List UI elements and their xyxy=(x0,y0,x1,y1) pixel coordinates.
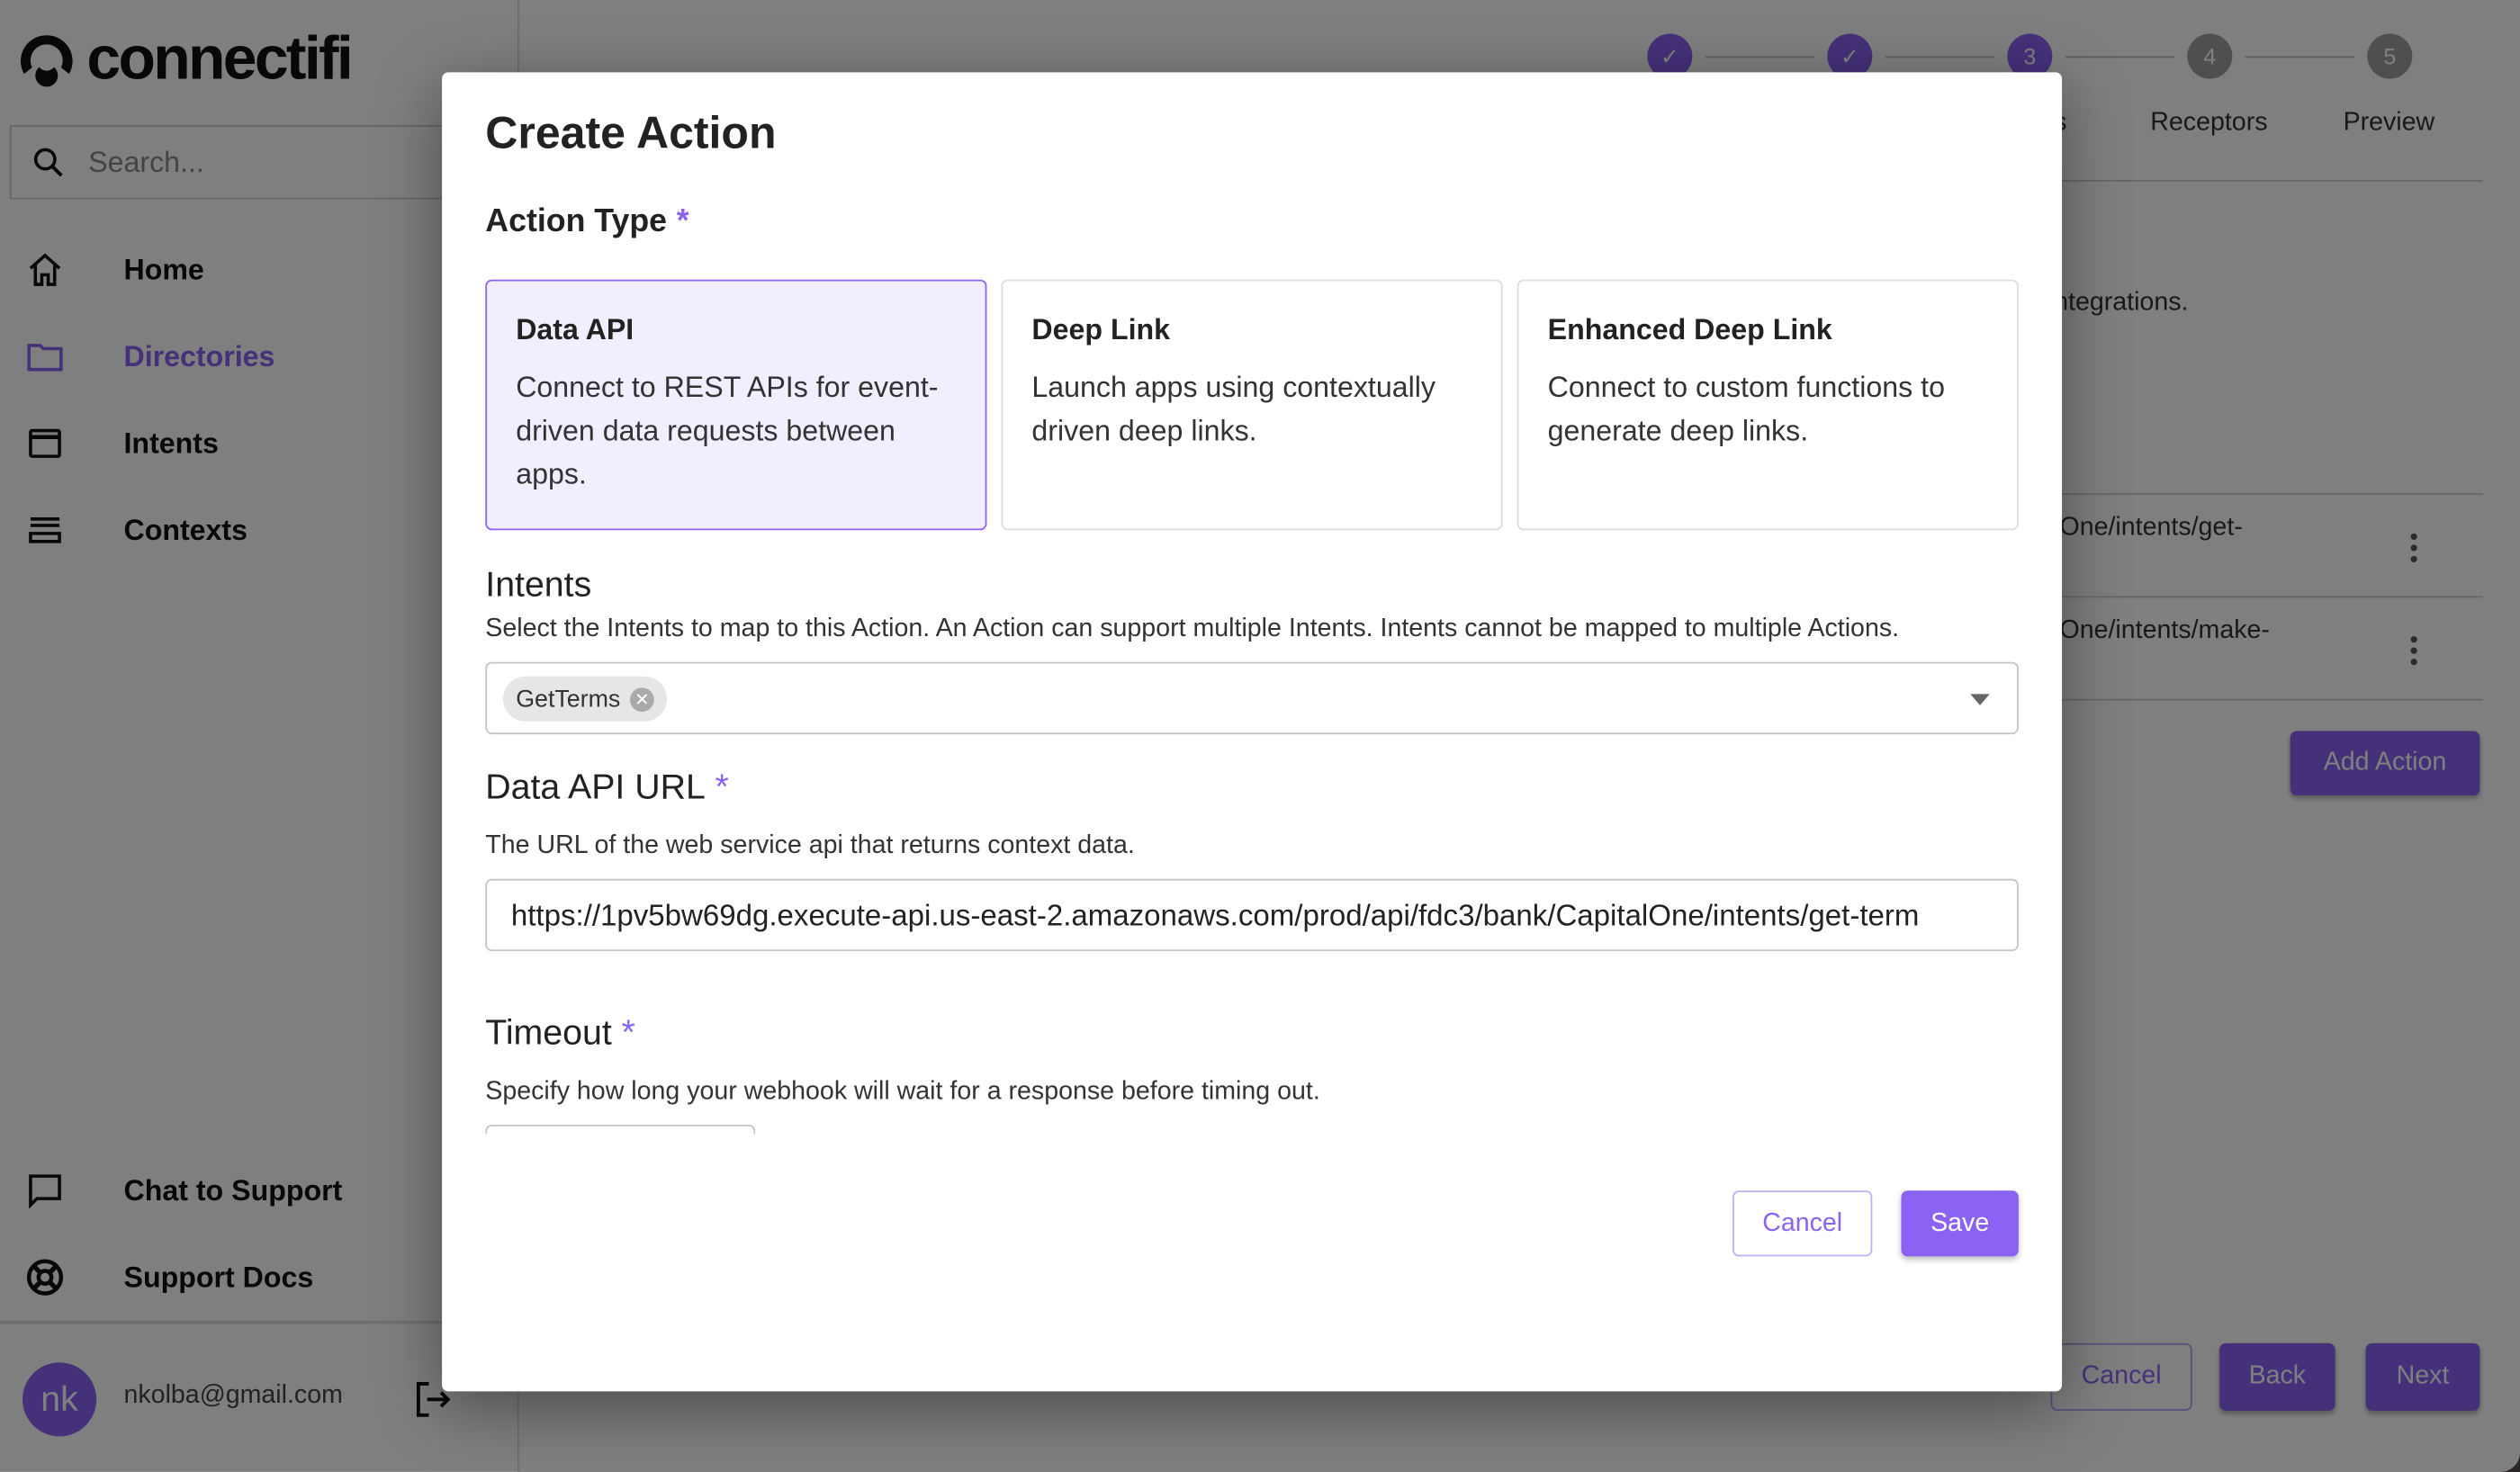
card-description: Connect to custom functions to generate … xyxy=(1547,371,1945,447)
chip-label: GetTerms xyxy=(516,685,621,713)
required-mark: * xyxy=(715,766,729,807)
dialog-title: Create Action xyxy=(485,107,777,157)
timeout-description: Specify how long your webhook will wait … xyxy=(485,1078,1320,1106)
timeout-input[interactable] xyxy=(485,1124,756,1135)
timeout-label: Timeout * xyxy=(485,1012,634,1054)
card-description: Launch apps using contextually driven de… xyxy=(1031,371,1436,447)
create-action-dialog: Create Action Action Type * Data API Conn… xyxy=(442,72,2063,1392)
label-text: Timeout xyxy=(485,1011,612,1053)
required-mark: * xyxy=(621,1011,635,1053)
action-type-card-deep-link[interactable]: Deep Link Launch apps using contextually… xyxy=(1001,279,1503,531)
action-type-label: Action Type * xyxy=(485,204,688,241)
data-api-url-input[interactable]: https://1pv5bw69dg.execute-api.us-east-2… xyxy=(485,878,2019,952)
remove-chip-icon[interactable]: ✕ xyxy=(630,687,654,712)
intent-chip: GetTerms ✕ xyxy=(502,676,668,722)
required-mark: * xyxy=(676,203,689,240)
intents-description: Select the Intents to map to this Action… xyxy=(485,615,1900,643)
card-description: Connect to REST APIs for event-driven da… xyxy=(516,371,939,490)
dropdown-arrow-icon[interactable] xyxy=(1968,691,1991,707)
save-button[interactable]: Save xyxy=(1901,1190,2019,1257)
action-type-card-enhanced-deep-link[interactable]: Enhanced Deep Link Connect to custom fun… xyxy=(1516,279,2019,531)
app-window: connectifi Search... Home Directories In… xyxy=(0,0,2520,1472)
card-title: Enhanced Deep Link xyxy=(1547,313,1832,346)
cancel-button[interactable]: Cancel xyxy=(1732,1190,1873,1257)
card-title: Data API xyxy=(516,313,634,346)
action-type-card-data-api[interactable]: Data API Connect to REST APIs for event-… xyxy=(485,279,987,531)
intents-select[interactable]: GetTerms ✕ xyxy=(485,661,2019,735)
intents-label: Intents xyxy=(485,563,592,605)
data-api-url-label: Data API URL * xyxy=(485,767,729,808)
label-text: Action Type xyxy=(485,203,668,240)
label-text: Data API URL xyxy=(485,766,706,807)
card-title: Deep Link xyxy=(1031,313,1171,346)
url-description: The URL of the web service api that retu… xyxy=(485,831,1135,860)
